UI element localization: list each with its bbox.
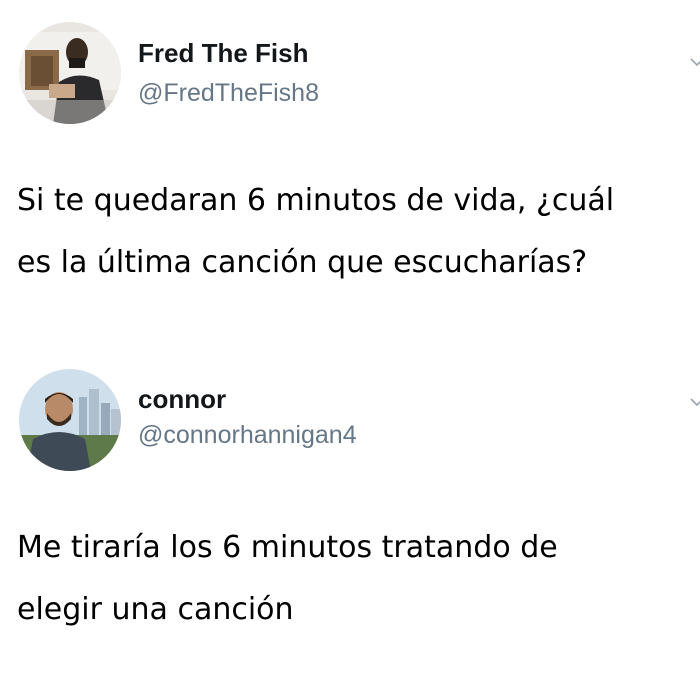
display-name[interactable]: Fred The Fish (138, 38, 308, 69)
avatar[interactable] (19, 369, 121, 471)
tweet-text-line: Si te quedaran 6 minutos de vida, ¿cuál (17, 183, 615, 218)
chevron-down-icon[interactable] (690, 55, 700, 69)
avatar[interactable] (19, 22, 121, 124)
tweet-card[interactable]: connor @connorhannigan4 Me tiraría los 6… (0, 345, 700, 699)
user-handle[interactable]: @connorhannigan4 (138, 421, 357, 450)
tweet-text: Si te quedaran 6 minutos de vida, ¿cuál … (17, 170, 687, 294)
profile-photo-icon (19, 369, 121, 471)
tweet-text-line: Me tiraría los 6 minutos tratando de (17, 530, 558, 565)
chevron-down-icon[interactable] (690, 395, 700, 409)
profile-photo-icon (19, 22, 121, 124)
tweet-text-line: es la última canción que escucharías? (17, 245, 588, 280)
tweet-text: Me tiraría los 6 minutos tratando de ele… (17, 517, 687, 641)
user-handle[interactable]: @FredTheFish8 (138, 79, 319, 108)
display-name[interactable]: connor (138, 384, 226, 415)
tweet-text-line: elegir una canción (17, 592, 294, 627)
tweet-card[interactable]: Fred The Fish @FredTheFish8 Si te quedar… (0, 0, 700, 340)
